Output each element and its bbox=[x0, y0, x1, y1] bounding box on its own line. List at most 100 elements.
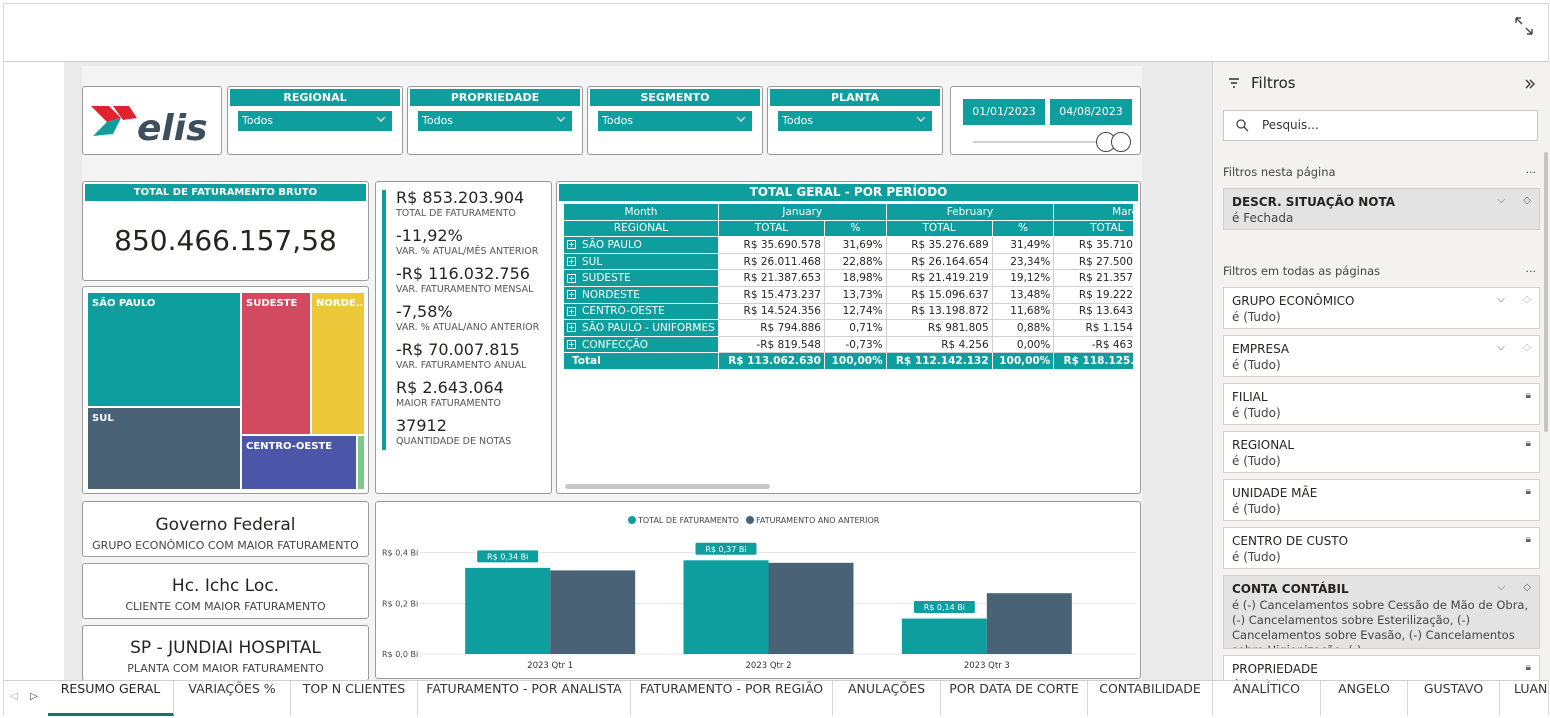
metric-label: VAR. FATURAMENTO MENSAL bbox=[396, 284, 534, 295]
eraser-icon[interactable]: ◇ bbox=[1523, 582, 1531, 593]
matrix-col-total[interactable]: TOTAL bbox=[718, 219, 825, 238]
expand-plus-icon[interactable]: + bbox=[567, 340, 576, 350]
slicer-segmento[interactable]: SEGMENTO Todos bbox=[587, 86, 763, 155]
eraser-icon[interactable]: ◇ bbox=[1523, 195, 1531, 206]
tab-scroll-left-icon[interactable]: ◁ bbox=[10, 691, 18, 702]
slicer-dropdown[interactable]: Todos bbox=[778, 111, 932, 131]
filter-card-centro-custo[interactable]: CENTRO DE CUSTO é (Tudo) 🔒︎ bbox=[1223, 527, 1540, 569]
matrix-col-pct[interactable]: % bbox=[823, 219, 887, 238]
expand-plus-icon[interactable]: + bbox=[567, 323, 576, 333]
data-label: R$ 0,14 Bi bbox=[924, 603, 965, 612]
slicer-dropdown[interactable]: Todos bbox=[418, 111, 572, 131]
matrix-row-label[interactable]: + SUDESTE bbox=[563, 269, 719, 287]
slicer-dropdown[interactable]: Todos bbox=[598, 111, 752, 131]
info-value: Governo Federal bbox=[155, 515, 296, 535]
filter-state: é (Tudo) bbox=[1232, 502, 1281, 516]
filter-name: REGIONAL bbox=[1232, 438, 1295, 452]
matrix-row-label[interactable]: + CENTRO-OESTE bbox=[563, 302, 719, 321]
matrix-col-total[interactable]: TOTAL bbox=[885, 219, 993, 238]
matrix-cell: R$ 1.154.996 bbox=[1053, 319, 1133, 337]
tab-faturamento-regiao[interactable]: FATURAMENTO - POR REGIÃO bbox=[631, 681, 833, 716]
expand-plus-icon[interactable]: + bbox=[567, 306, 576, 316]
filter-card-regional[interactable]: REGIONAL é (Tudo) 🔒︎ bbox=[1223, 431, 1540, 473]
collapse-pane-icon[interactable] bbox=[1524, 78, 1536, 90]
filter-card-situacao[interactable]: DESCR. SITUAÇÃO NOTA é Fechada ⌵ ◇ bbox=[1223, 188, 1540, 230]
slicer-regional[interactable]: REGIONAL Todos bbox=[227, 86, 403, 155]
start-date-input[interactable]: 01/01/2023 bbox=[963, 99, 1045, 125]
matrix-row-label[interactable]: + SUL bbox=[563, 252, 719, 271]
matrix-total-cell: R$ 112.142.132 bbox=[885, 352, 993, 370]
filter-card-filial[interactable]: FILIAL é (Tudo) 🔒︎ bbox=[1223, 383, 1540, 425]
filters-scrollbar[interactable] bbox=[1544, 152, 1548, 432]
filter-card-unidade-mae[interactable]: UNIDADE MÃE é (Tudo) 🔒︎ bbox=[1223, 479, 1540, 521]
region-name: SUDESTE bbox=[582, 272, 631, 285]
filter-card-grupo-economico[interactable]: GRUPO ECONÔMICO é (Tudo) ⌵ ◇ bbox=[1223, 287, 1540, 329]
matrix-row-label[interactable]: + NORDESTE bbox=[563, 285, 719, 304]
expand-plus-icon[interactable]: + bbox=[567, 273, 576, 283]
treemap-tile-sudeste[interactable]: SUDESTE bbox=[242, 293, 310, 434]
tab-resumo-geral[interactable]: RESUMO GERAL bbox=[48, 681, 174, 716]
tab-anulacoes[interactable]: ANULAÇÕES bbox=[833, 681, 941, 716]
matrix-row-label[interactable]: + CONFECÇÃO bbox=[563, 335, 719, 354]
tab-luan[interactable]: LUAN bbox=[1500, 681, 1548, 716]
filter-search-box[interactable]: Pesquis... bbox=[1223, 110, 1538, 141]
chevron-down-icon[interactable]: ⌵ bbox=[1497, 342, 1505, 353]
matrix-header-cell: Month bbox=[563, 203, 719, 221]
info-label: CLIENTE COM MAIOR FATURAMENTO bbox=[125, 600, 326, 613]
section-more-icon[interactable]: ... bbox=[1526, 163, 1537, 176]
bar-ano-anterior bbox=[550, 570, 636, 654]
matrix-row-label[interactable]: + SÃO PAULO - UNIFORMES bbox=[563, 319, 719, 337]
metric-label: MAIOR FATURAMENTO bbox=[396, 398, 502, 409]
treemap-tile-sul[interactable]: SUL bbox=[88, 408, 240, 489]
tab-variacoes[interactable]: VARIAÇÕES % bbox=[174, 681, 291, 716]
matrix-col-pct[interactable]: % bbox=[991, 219, 1055, 238]
expand-icon[interactable] bbox=[1514, 16, 1534, 36]
chevron-down-icon[interactable]: ⌵ bbox=[1497, 294, 1505, 305]
eraser-icon[interactable]: ◇ bbox=[1523, 294, 1531, 305]
tab-scroll-right-icon[interactable]: ▷ bbox=[30, 691, 38, 702]
matrix-scroll-area[interactable]: MonthJanuaryFebruaryMarchREGIONALTOTAL%T… bbox=[563, 203, 1133, 378]
tab-gustavo[interactable]: GUSTAVO bbox=[1408, 681, 1500, 716]
end-date-input[interactable]: 04/08/2023 bbox=[1050, 99, 1132, 125]
tab-angelo[interactable]: ANGELO bbox=[1321, 681, 1408, 716]
chevron-down-icon[interactable]: ⌵ bbox=[1497, 195, 1505, 206]
tab-contabilidade[interactable]: CONTABILIDADE bbox=[1088, 681, 1213, 716]
filter-state: é (Tudo) bbox=[1232, 406, 1281, 420]
tab-faturamento-analista[interactable]: FATURAMENTO - POR ANALISTA bbox=[418, 681, 631, 716]
slicer-dropdown[interactable]: Todos bbox=[238, 111, 392, 131]
legend-label: FATURAMENTO ANO ANTERIOR bbox=[756, 516, 880, 525]
legend-marker bbox=[746, 516, 754, 524]
expand-plus-icon[interactable]: + bbox=[567, 290, 576, 300]
chevron-down-icon bbox=[916, 116, 926, 122]
filter-icon bbox=[1229, 78, 1239, 88]
top-bar bbox=[4, 4, 1548, 62]
matrix-row-label[interactable]: + SÃO PAULO bbox=[563, 236, 719, 254]
date-slider-handle-end[interactable] bbox=[1111, 132, 1131, 152]
section-more-icon[interactable]: ... bbox=[1526, 262, 1537, 275]
expand-plus-icon[interactable]: + bbox=[567, 257, 576, 267]
slicer-planta[interactable]: PLANTA Todos bbox=[767, 86, 943, 155]
filter-card-conta-contabil[interactable]: CONTA CONTÁBIL é (-) Cancelamentos sobre… bbox=[1223, 575, 1540, 649]
slicer-propriedade[interactable]: PROPRIEDADE Todos bbox=[407, 86, 583, 155]
eraser-icon[interactable]: ◇ bbox=[1523, 342, 1531, 353]
filter-name: CONTA CONTÁBIL bbox=[1232, 582, 1349, 596]
tab-data-corte[interactable]: POR DATA DE CORTE bbox=[941, 681, 1088, 716]
chevron-down-icon[interactable]: ⌵ bbox=[1497, 582, 1505, 593]
slicer-title: SEGMENTO bbox=[590, 89, 760, 106]
treemap-tile-centro-oeste[interactable]: CENTRO-OESTE bbox=[242, 436, 356, 489]
filter-card-empresa[interactable]: EMPRESA é (Tudo) ⌵ ◇ bbox=[1223, 335, 1540, 377]
matrix-hscrollbar[interactable] bbox=[565, 484, 770, 489]
treemap-tile-sao-paulo[interactable]: SÃO PAULO bbox=[88, 293, 240, 406]
expand-plus-icon[interactable]: + bbox=[567, 240, 576, 250]
treemap-tile-other[interactable] bbox=[358, 436, 364, 489]
matrix-cell: -R$ 819.548 bbox=[718, 335, 825, 354]
date-slicer: 01/01/2023 04/08/2023 bbox=[950, 86, 1141, 155]
treemap-tile-nordeste[interactable]: NORDE... bbox=[312, 293, 364, 434]
filter-state: é (-) Cancelamentos sobre Cessão de Mão … bbox=[1232, 598, 1529, 648]
search-input[interactable]: Pesquis... bbox=[1262, 118, 1319, 132]
tab-analitico[interactable]: ANALÍTICO bbox=[1213, 681, 1321, 716]
tab-top-n-clientes[interactable]: TOP N CLIENTES bbox=[291, 681, 418, 716]
matrix-col-total[interactable]: TOTAL bbox=[1053, 219, 1133, 238]
info-card-cliente: Hc. Ichc Loc. CLIENTE COM MAIOR FATURAME… bbox=[82, 563, 369, 619]
metric-label: TOTAL DE FATURAMENTO bbox=[396, 208, 516, 219]
